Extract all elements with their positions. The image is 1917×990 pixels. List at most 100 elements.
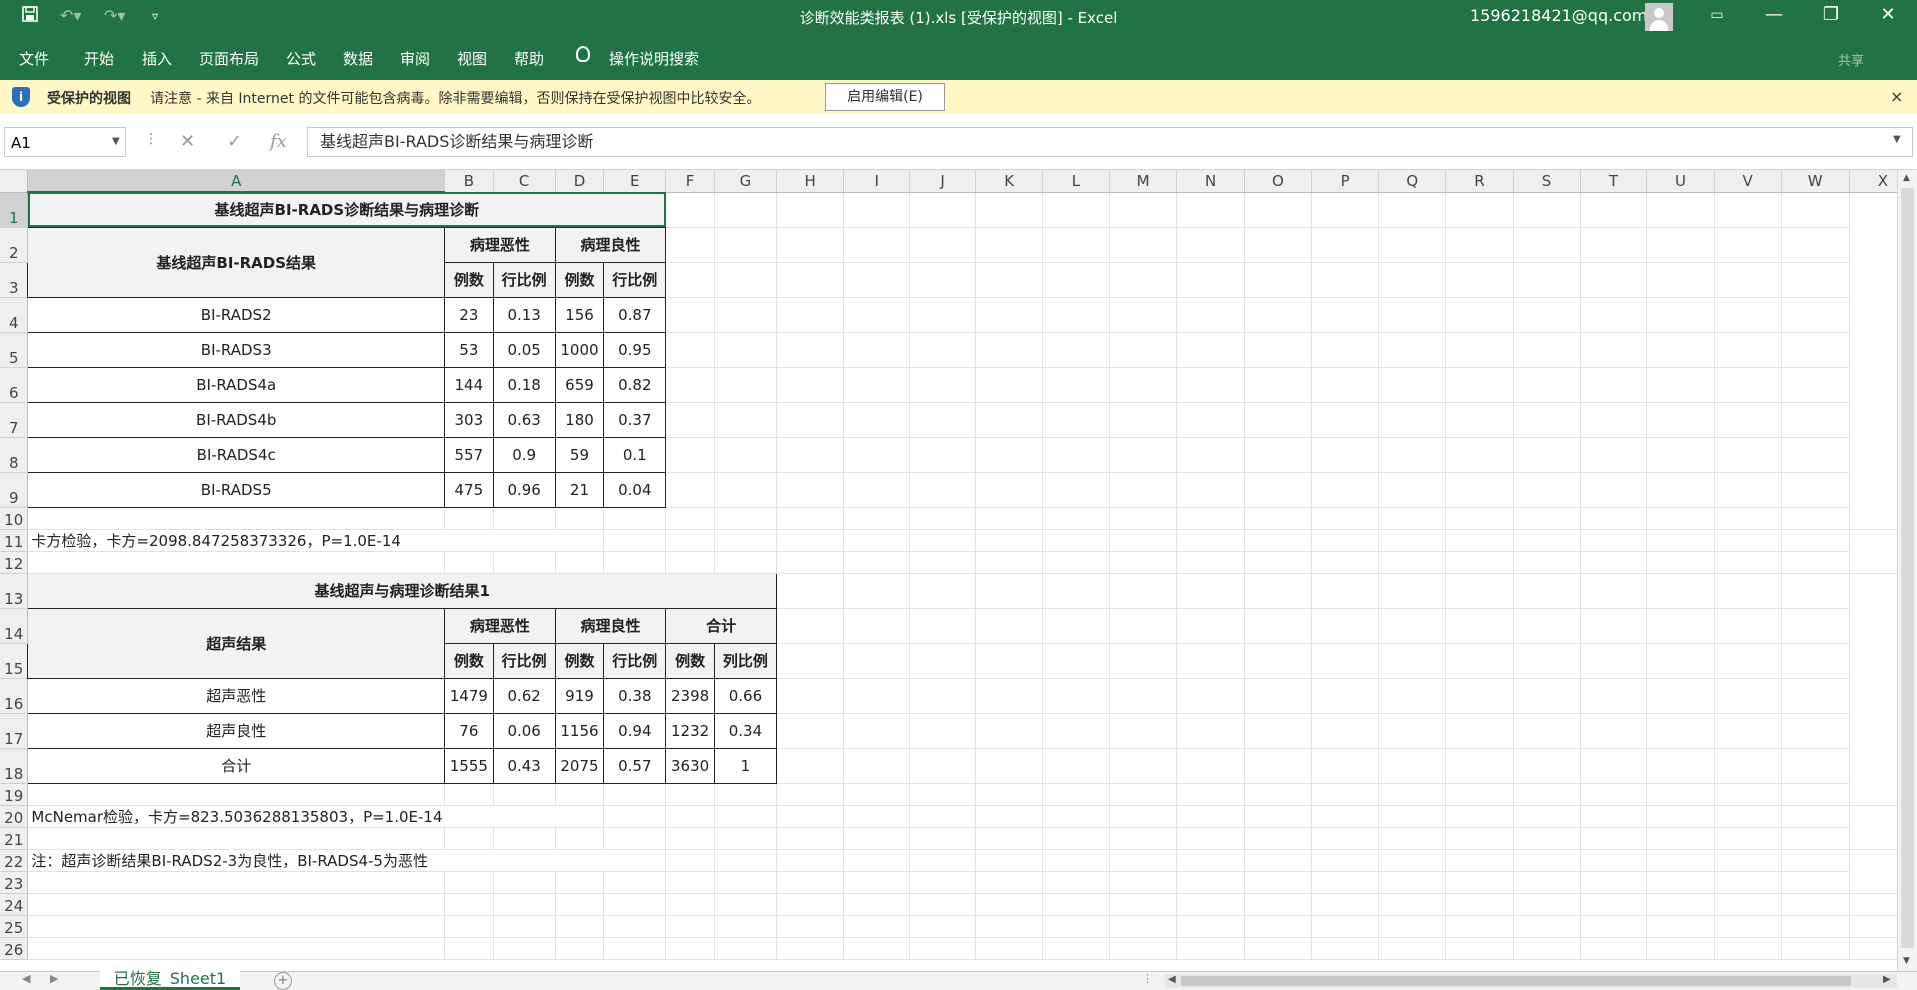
row-header[interactable]: 5 <box>0 332 29 368</box>
column-header[interactable]: E <box>603 170 667 193</box>
table2-title[interactable]: 基线超声与病理诊断结果1 <box>27 572 777 609</box>
table-cell[interactable]: BI-RADS5 <box>27 471 446 508</box>
column-header[interactable]: H <box>776 170 845 193</box>
table-cell[interactable]: 1555 <box>444 747 494 784</box>
table-cell[interactable]: 0.96 <box>492 471 556 508</box>
table-cell[interactable]: 0.37 <box>603 401 667 438</box>
row-header[interactable]: 24 <box>0 893 29 916</box>
row-header[interactable]: 11 <box>0 529 29 552</box>
table2-group-header[interactable]: 合计 <box>665 607 777 644</box>
row-header[interactable]: 12 <box>0 551 29 574</box>
row-header[interactable]: 3 <box>0 262 29 298</box>
enter-icon[interactable]: ✓ <box>227 131 242 152</box>
table-cell[interactable]: 0.04 <box>603 471 667 508</box>
row-header[interactable]: 9 <box>0 472 29 508</box>
table1-subheader[interactable]: 行比例 <box>492 261 556 298</box>
table-cell[interactable]: 2075 <box>554 747 605 784</box>
table-cell[interactable]: 0.95 <box>603 331 667 368</box>
table2-subheader[interactable]: 行比例 <box>603 642 667 679</box>
table-cell[interactable]: 557 <box>444 436 494 473</box>
row-header[interactable]: 1 <box>0 192 29 228</box>
table-cell[interactable]: 0.05 <box>492 331 556 368</box>
tab-formulas[interactable]: 公式 <box>286 48 316 69</box>
tab-data[interactable]: 数据 <box>343 48 373 69</box>
tell-me-search[interactable]: 操作说明搜索 <box>609 48 699 69</box>
column-header[interactable]: O <box>1244 170 1313 193</box>
column-header[interactable]: B <box>444 170 494 193</box>
scroll-up-icon[interactable]: ▲ <box>1903 173 1910 183</box>
row-header[interactable]: 16 <box>0 678 29 714</box>
table-cell[interactable]: 0.34 <box>713 712 777 749</box>
row-header[interactable]: 2 <box>0 227 29 263</box>
table-cell[interactable]: 超声恶性 <box>27 677 446 714</box>
row-header[interactable]: 26 <box>0 937 29 960</box>
table-cell[interactable]: 1232 <box>665 712 715 749</box>
table-cell[interactable]: 919 <box>554 677 605 714</box>
table1-group-header[interactable]: 病理良性 <box>554 226 667 263</box>
scrollbar-thumb[interactable] <box>1901 188 1914 948</box>
prev-sheet-icon[interactable]: ◀ <box>22 972 30 985</box>
table1-subheader[interactable]: 例数 <box>554 261 605 298</box>
chi-square-note[interactable]: 卡方检验，卡方=2098.847258373326，P=1.0E-14 <box>27 529 445 552</box>
table2-subheader[interactable]: 例数 <box>665 642 715 679</box>
next-sheet-icon[interactable]: ▶ <box>50 972 58 985</box>
insert-function-icon[interactable]: fx <box>270 131 287 152</box>
tab-review[interactable]: 审阅 <box>400 48 430 69</box>
sheet-tab[interactable]: 已恢复_Sheet1 <box>100 970 240 990</box>
table-cell[interactable]: 659 <box>554 366 605 403</box>
close-icon[interactable]: × <box>1890 87 1903 106</box>
name-box[interactable]: A1 <box>4 127 126 157</box>
minimize-button[interactable]: — <box>1759 4 1789 25</box>
table-cell[interactable]: 144 <box>444 366 494 403</box>
table-cell[interactable]: BI-RADS4c <box>27 436 446 473</box>
column-header[interactable]: R <box>1445 170 1514 193</box>
scrollbar-thumb[interactable] <box>1181 976 1851 986</box>
table-cell[interactable]: 303 <box>444 401 494 438</box>
row-header[interactable]: 10 <box>0 507 29 530</box>
table-cell[interactable]: 合计 <box>27 747 446 784</box>
column-header[interactable]: T <box>1580 170 1648 193</box>
enable-editing-button[interactable]: 启用编辑(E) <box>825 83 945 111</box>
tab-insert[interactable]: 插入 <box>142 48 172 69</box>
horizontal-scrollbar[interactable]: ◀ ▶ <box>1165 974 1897 988</box>
table-cell[interactable]: 0.87 <box>603 296 667 333</box>
table2-subheader[interactable]: 行比例 <box>492 642 556 679</box>
column-header[interactable]: J <box>909 170 977 193</box>
column-header[interactable]: K <box>975 170 1044 193</box>
table-cell[interactable]: 2398 <box>665 677 715 714</box>
table1-subheader[interactable]: 行比例 <box>603 261 667 298</box>
footnote[interactable]: 注：超声诊断结果BI-RADS2-3为良性，BI-RADS4-5为恶性 <box>27 849 445 872</box>
table-cell[interactable]: 0.13 <box>492 296 556 333</box>
table-cell[interactable]: 59 <box>554 436 605 473</box>
table-cell[interactable]: 0.43 <box>492 747 556 784</box>
row-header[interactable]: 4 <box>0 297 29 333</box>
table-cell[interactable]: 0.06 <box>492 712 556 749</box>
table1-subheader[interactable]: 例数 <box>444 261 494 298</box>
table-cell[interactable]: 156 <box>554 296 605 333</box>
column-header[interactable]: C <box>493 170 556 193</box>
add-sheet-icon[interactable]: + <box>274 972 292 990</box>
scroll-right-icon[interactable]: ▶ <box>1883 974 1891 985</box>
tab-view[interactable]: 视图 <box>457 48 487 69</box>
column-header[interactable]: L <box>1042 170 1110 193</box>
table-cell[interactable]: 0.62 <box>492 677 556 714</box>
table2-subheader[interactable]: 列比例 <box>713 642 777 679</box>
tab-home[interactable]: 开始 <box>84 48 114 69</box>
row-header[interactable]: 19 <box>0 783 29 806</box>
table-cell[interactable]: BI-RADS3 <box>27 331 446 368</box>
row-header[interactable]: 7 <box>0 402 29 438</box>
table-cell[interactable]: 76 <box>444 712 494 749</box>
tab-split-handle-icon[interactable]: ⋮ <box>1142 972 1153 985</box>
table-cell[interactable]: BI-RADS4a <box>27 366 446 403</box>
table-cell[interactable]: 1 <box>713 747 777 784</box>
table-cell[interactable]: 0.94 <box>603 712 667 749</box>
more-options-icon[interactable]: ⋮ <box>144 131 158 147</box>
formula-input[interactable]: 基线超声BI-RADS诊断结果与病理诊断 <box>307 127 1913 157</box>
tab-page-layout[interactable]: 页面布局 <box>199 48 259 69</box>
table2-group-header[interactable]: 病理恶性 <box>444 607 556 644</box>
mcnemar-note[interactable]: McNemar检验，卡方=823.5036288135803，P=1.0E-14 <box>27 805 445 828</box>
table-cell[interactable]: 0.63 <box>492 401 556 438</box>
column-header[interactable]: A <box>27 170 446 193</box>
restore-button[interactable]: ❐ <box>1816 4 1846 25</box>
table-cell[interactable]: 0.66 <box>713 677 777 714</box>
